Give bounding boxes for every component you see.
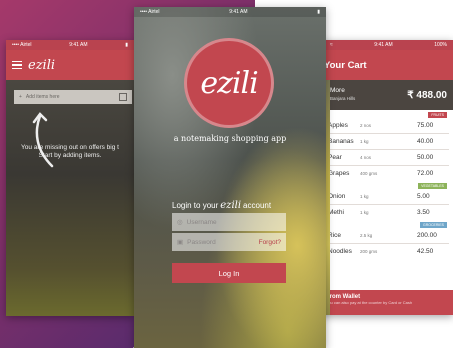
phone-home-screen: •••• Airtel 9:41 AM ▮ ezili + Add items … (6, 40, 134, 316)
login-prefix: Login to your (172, 201, 219, 210)
time-label: 9:41 AM (374, 42, 393, 48)
phone-login-screen: •••• Airtel 9:41 AM ▮ ezili a notemaking… (134, 7, 326, 348)
app-bar: ezili (6, 50, 134, 80)
item-price: 5.00 (417, 193, 430, 200)
wallet-bar[interactable]: From Wallet You can also pay at the coun… (316, 290, 453, 315)
cart-total: ₹ 488.00 (407, 89, 447, 101)
app-bar: Your Cart (316, 50, 453, 80)
cart-item-row[interactable]: Onion 1 kg 5.00 (316, 189, 453, 204)
status-bar: ≈ 9:41 AM 100% (316, 40, 453, 50)
add-items-placeholder: Add items here (25, 94, 60, 100)
item-quantity: 200 gms (360, 249, 378, 254)
cart-item-row[interactable]: Pear 4 nos 50.00 (316, 150, 453, 165)
cart-item-row[interactable]: Grapes 400 gms 72.00 (316, 166, 453, 181)
item-quantity: 1 kg (360, 194, 369, 199)
store-name: More (330, 87, 345, 94)
carrier-label: •••• Airtel (12, 42, 32, 48)
item-name: Rice (328, 232, 342, 239)
item-name: Pear (328, 154, 342, 161)
cart-item-row[interactable]: Noodles 200 gms 42.50 (316, 244, 453, 259)
item-price: 42.50 (417, 248, 434, 255)
item-price: 40.00 (417, 138, 434, 145)
page-title: Your Cart (324, 59, 367, 71)
item-name: Methi (328, 209, 344, 216)
item-quantity: 400 gms (360, 171, 378, 176)
item-price: 72.00 (417, 170, 434, 177)
category-tag-label: FRUITS (428, 112, 447, 118)
logo-circle: ezili (184, 38, 274, 128)
password-field[interactable]: ▣ Password Forgot? (172, 233, 286, 251)
wifi-icon: ≈ (330, 42, 333, 48)
plus-icon: + (19, 94, 22, 100)
user-icon: ◎ (177, 219, 183, 226)
empty-message: You are missing out on offers big t Star… (6, 144, 134, 160)
cart-item-row[interactable]: Apples 2 nos 75.00 (316, 118, 453, 133)
cart-item-row[interactable]: Methi 1 kg 3.50 (316, 205, 453, 220)
lock-icon: ▣ (177, 239, 184, 246)
login-button[interactable]: Log In (172, 263, 286, 283)
empty-message-line-1: You are missing out on offers big t (21, 144, 119, 151)
grid-icon[interactable] (119, 93, 127, 101)
item-quantity: 1 kg (360, 210, 369, 215)
category-tag-label: VEGETABLES (418, 183, 447, 189)
item-price: 200.00 (417, 232, 437, 239)
item-quantity: 4 nos (360, 155, 372, 160)
home-body: + Add items here (6, 80, 134, 316)
login-suffix: account (243, 201, 272, 210)
item-quantity: 2.5 kg (360, 233, 373, 238)
item-name: Grapes (328, 170, 350, 177)
phone-cart-screen: ≈ 9:41 AM 100% Your Cart More Banjara Hi… (316, 40, 453, 315)
app-logo: ezili (28, 57, 56, 73)
battery-label: 100% (434, 42, 447, 48)
item-name: Noodles (328, 248, 352, 255)
password-placeholder: Password (187, 238, 216, 246)
menu-icon[interactable] (12, 60, 22, 70)
username-placeholder: Username (186, 218, 217, 226)
time-label: 9:41 AM (69, 42, 88, 48)
arrow-icon (32, 112, 54, 168)
item-name: Bananas (328, 138, 354, 145)
cart-item-row[interactable]: Rice 2.5 kg 200.00 (316, 228, 453, 243)
cart-list: FRUITS Apples 2 nos 75.00 Bananas 1 kg 40.00 Pe… (316, 112, 453, 259)
item-price: 3.50 (417, 209, 430, 216)
store-location: Banjara Hills (330, 96, 356, 101)
carrier-label: •••• Airtel (140, 9, 160, 15)
wallet-subtitle: You can also pay at the counter by Card … (326, 300, 413, 305)
item-name: Onion (328, 193, 346, 200)
cart-summary: More Banjara Hills ₹ 488.00 (316, 80, 453, 110)
login-heading: Login to your ezili account (172, 200, 271, 211)
item-name: Apples (328, 122, 348, 129)
time-label: 9:41 AM (229, 9, 248, 15)
battery-icon: ▮ (125, 42, 128, 48)
cart-item-row[interactable]: Bananas 1 kg 40.00 (316, 134, 453, 149)
item-price: 50.00 (417, 154, 434, 161)
add-items-input[interactable]: + Add items here (14, 90, 132, 104)
login-brand: ezili (220, 200, 242, 211)
category-tag-label: GROCERIES (419, 222, 447, 228)
battery-icon: ▮ (317, 9, 320, 15)
username-field[interactable]: ◎ Username (172, 213, 286, 231)
item-price: 75.00 (417, 122, 434, 129)
tagline: a notemaking shopping app (173, 134, 287, 143)
item-quantity: 1 kg (360, 139, 369, 144)
status-bar: •••• Airtel 9:41 AM ▮ (6, 40, 134, 50)
forgot-link[interactable]: Forgot? (259, 239, 281, 246)
item-quantity: 2 nos (360, 123, 372, 128)
status-bar: •••• Airtel 9:41 AM ▮ (134, 7, 326, 17)
empty-message-line-2: Start by adding items. (38, 152, 102, 159)
app-logo: ezili (200, 65, 258, 101)
